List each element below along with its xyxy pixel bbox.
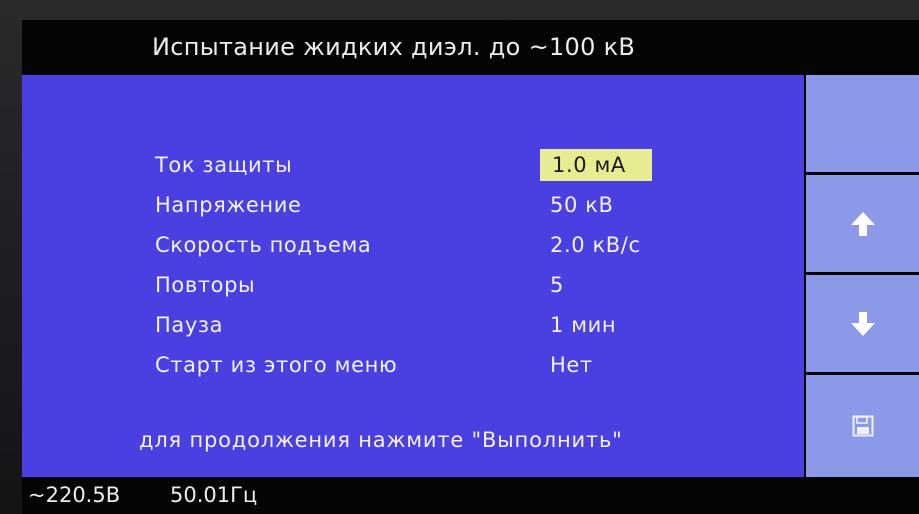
side-button-panel <box>804 75 919 477</box>
param-row-start-from-menu[interactable]: Старт из этого меню Нет <box>22 345 804 385</box>
screen-title: Испытание жидких диэл. до ~100 кВ <box>22 20 919 75</box>
param-row-repeats[interactable]: Повторы 5 <box>22 265 804 305</box>
save-icon <box>852 415 874 437</box>
param-row-pause[interactable]: Пауза 1 мин <box>22 305 804 345</box>
param-label: Пауза <box>155 313 224 337</box>
param-label: Старт из этого меню <box>155 353 398 377</box>
mains-voltage: ~220.5В <box>28 483 121 507</box>
device-screen: Испытание жидких диэл. до ~100 кВ Ток за… <box>22 20 919 514</box>
arrow-down-icon <box>850 310 876 338</box>
scroll-down-button[interactable] <box>806 275 919 372</box>
param-value[interactable]: 2.0 кВ/с <box>540 229 651 261</box>
arrow-up-icon <box>850 210 876 238</box>
hint-text: для продолжения нажмите "Выполнить" <box>139 428 623 452</box>
param-row-ramp-speed[interactable]: Скорость подъема 2.0 кВ/с <box>22 225 804 265</box>
param-value[interactable]: Нет <box>540 349 603 381</box>
param-value[interactable]: 5 <box>540 269 574 301</box>
param-value[interactable]: 1 мин <box>540 309 626 341</box>
status-bar: ~220.5В 50.01Гц <box>22 477 919 514</box>
param-label: Напряжение <box>155 193 302 217</box>
save-button[interactable] <box>806 375 919 477</box>
side-button-blank[interactable] <box>806 75 919 172</box>
mains-frequency: 50.01Гц <box>170 483 258 507</box>
param-value[interactable]: 50 кВ <box>540 189 624 221</box>
param-label: Скорость подъема <box>155 233 372 257</box>
settings-panel: Ток защиты 1.0 мА Напряжение 50 кВ Скоро… <box>22 75 804 477</box>
param-value-selected[interactable]: 1.0 мА <box>540 149 652 181</box>
param-label: Ток защиты <box>155 153 293 177</box>
param-label: Повторы <box>155 273 256 297</box>
scroll-up-button[interactable] <box>806 175 919 272</box>
param-row-voltage[interactable]: Напряжение 50 кВ <box>22 185 804 225</box>
param-row-protection-current[interactable]: Ток защиты 1.0 мА <box>22 145 804 185</box>
